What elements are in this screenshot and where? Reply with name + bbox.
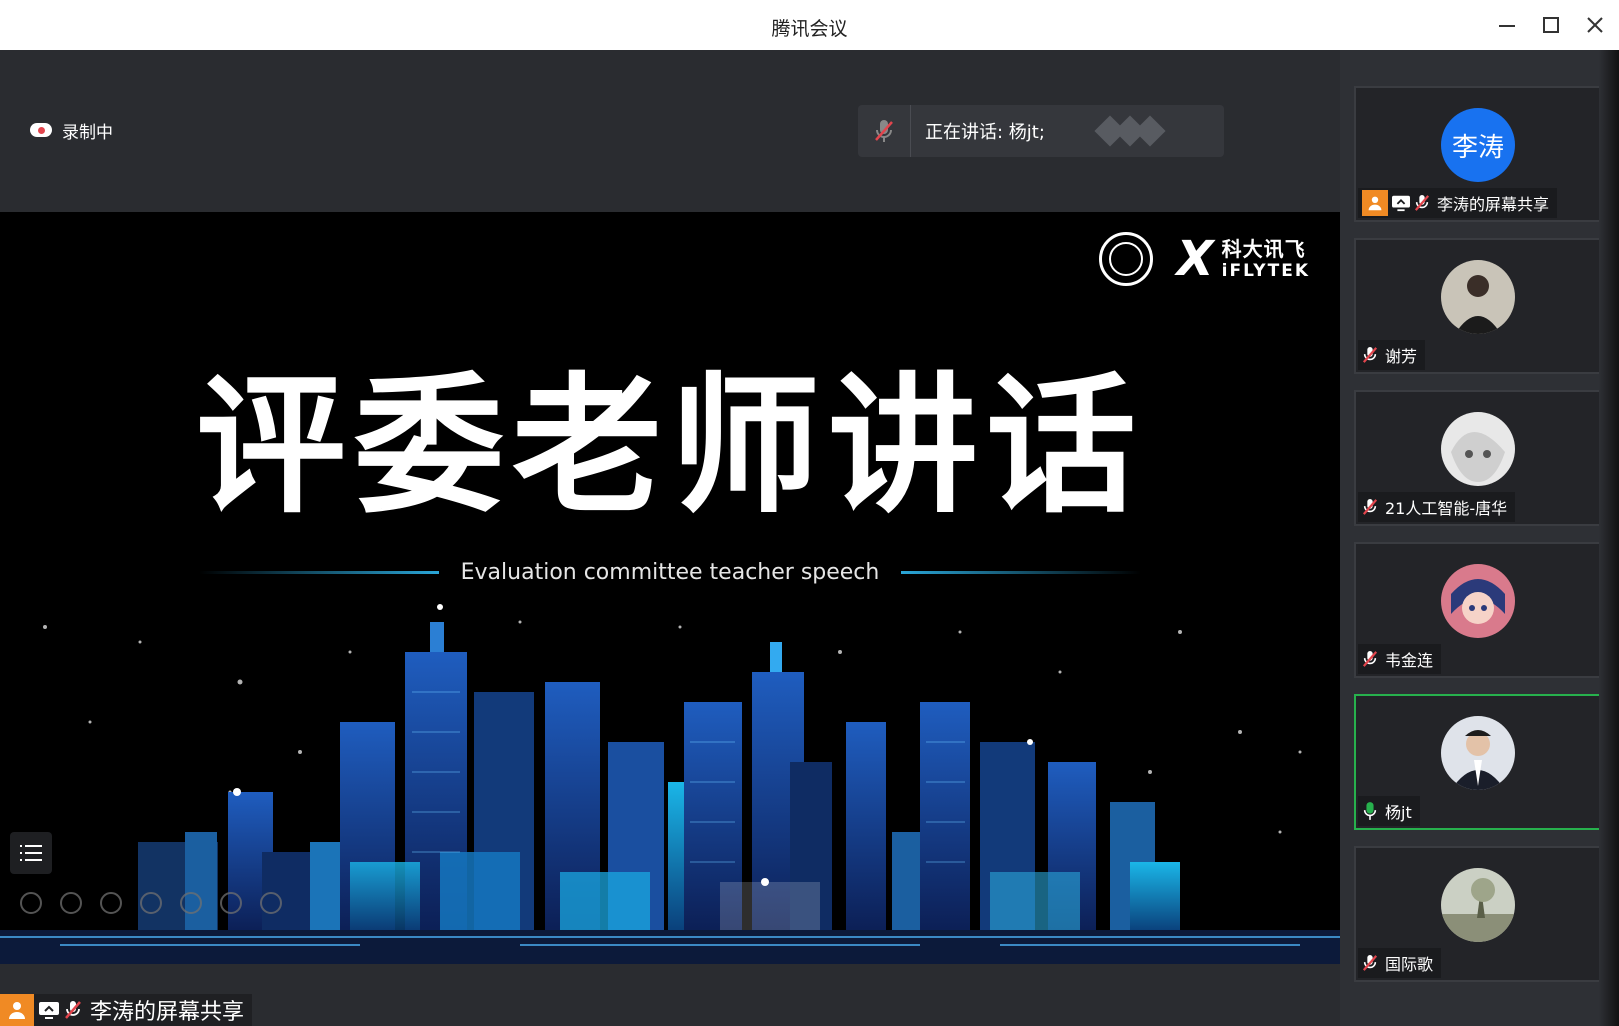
mic-muted-icon [1414,193,1430,213]
window-title: 腾讯会议 [771,18,848,40]
user-icon [0,994,34,1026]
screenshot-icon[interactable] [140,892,162,914]
prev-slide-icon[interactable] [20,892,42,914]
mic-muted-icon [858,105,911,157]
minimize-button[interactable] [1490,10,1524,40]
participant-name: 谢芳 [1385,347,1418,366]
participant-tile-active[interactable]: 杨jt [1354,694,1602,830]
maximize-button[interactable] [1534,10,1568,40]
watermark-icon [1094,115,1166,147]
participant-tile[interactable]: 李涛 李涛的屏幕共享 [1354,86,1602,222]
participant-sidebar: 李涛 李涛的屏幕共享 谢芳 21人工智能-唐华 韦金连 杨jt 国际歌 [1340,50,1619,1026]
slide-subtitle-row: Evaluation committee teacher speech [0,560,1340,585]
iflytek-mark-icon: X [1176,231,1214,287]
avatar [1441,260,1515,334]
divider-left [198,571,439,574]
mic-active-icon [1362,801,1378,821]
mic-muted-icon [1362,497,1378,517]
share-name-tag: 李涛的屏幕共享 [0,994,253,1026]
subtitle-icon[interactable] [220,892,242,914]
mic-muted-icon [64,999,82,1021]
logo-en: iFLYTEK [1221,260,1310,281]
participant-name: 李涛的屏幕共享 [1437,195,1550,214]
maximize-icon [1543,17,1559,33]
pen-icon[interactable] [100,892,122,914]
next-slide-icon[interactable] [60,892,82,914]
slide-logos: X 科大讯飞 iFLYTEK [1098,232,1310,286]
slide-subtitle: Evaluation committee teacher speech [460,560,880,585]
divider-right [901,571,1142,574]
speaking-label: 正在讲话: 杨jt; [925,122,1045,143]
participant-name: 杨jt [1385,803,1412,822]
minimize-icon [1499,25,1515,27]
mic-muted-icon [1362,345,1378,365]
participant-label: 国际歌 [1358,948,1442,978]
participant-label: 谢芳 [1358,340,1426,370]
recording-indicator[interactable]: 录制中 [30,118,113,143]
more-icon[interactable] [260,892,282,914]
university-seal-icon [1098,232,1153,286]
participant-tile[interactable]: 21人工智能-唐华 [1354,390,1602,526]
participant-tile[interactable]: 韦金连 [1354,542,1602,678]
iflytek-logo: X 科大讯飞 iFLYTEK [1177,235,1310,283]
screen-share-icon [1391,194,1411,212]
shared-slide: X 科大讯飞 iFLYTEK 评委老师讲话 Evaluation committ… [0,212,1340,964]
participant-label: 21人工智能-唐华 [1358,492,1516,522]
title-bar: 腾讯会议 [0,0,1619,50]
participant-label: 杨jt [1358,796,1420,826]
share-label: 李涛的屏幕共享 [90,1000,245,1025]
participant-label: 韦金连 [1358,644,1442,674]
slide-title: 评委老师讲话 [195,360,1144,534]
screen-share-icon [38,1000,60,1020]
camera-icon[interactable] [180,892,202,914]
user-icon [1362,190,1388,216]
participant-tile[interactable]: 国际歌 [1354,846,1602,982]
avatar [1441,412,1515,486]
logo-cn: 科大讯飞 [1221,236,1306,261]
slide-list-button[interactable] [10,832,52,874]
participant-label: 李涛的屏幕共享 [1358,188,1558,218]
mic-muted-icon [1362,953,1378,973]
participant-name: 韦金连 [1385,651,1434,670]
list-icon [20,844,42,862]
mic-muted-icon [1362,649,1378,669]
avatar [1441,868,1515,942]
main-stage: 录制中 正在讲话: 杨jt; X 科大讯飞 iFLYTEK 评委老师讲话 Eva… [0,50,1340,1026]
avatar [1441,564,1515,638]
participant-name: 国际歌 [1385,955,1434,974]
participant-name: 21人工智能-唐华 [1385,499,1508,518]
presentation-toolbar [20,892,282,914]
speaking-indicator: 正在讲话: 杨jt; [858,105,1224,157]
recording-label: 录制中 [62,122,113,143]
cloud-record-icon [30,123,52,137]
close-button[interactable] [1578,10,1612,40]
close-icon [1587,17,1603,33]
avatar [1441,716,1515,790]
avatar: 李涛 [1441,108,1515,182]
participant-tile[interactable]: 谢芳 [1354,238,1602,374]
